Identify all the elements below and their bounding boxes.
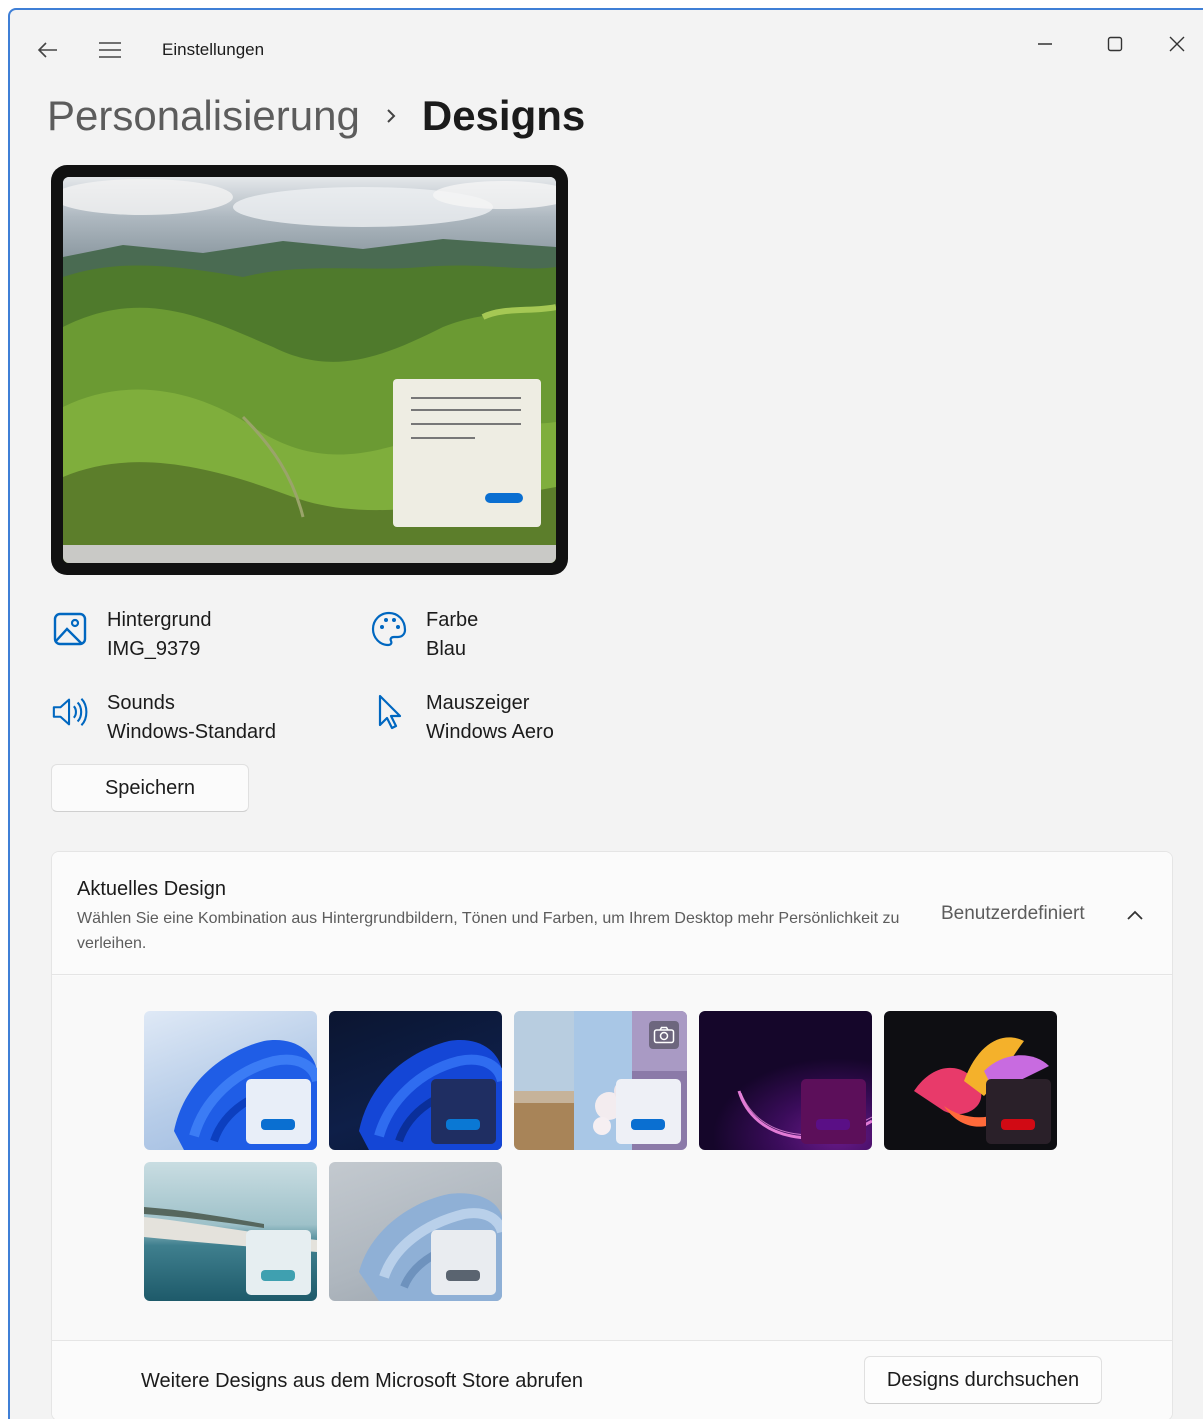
info-cursor[interactable]: Mauszeiger Windows Aero	[370, 689, 554, 747]
theme-accent-bar	[446, 1119, 480, 1130]
theme-tile-windows-spotlight[interactable]	[514, 1011, 687, 1150]
info-sounds-label: Sounds	[107, 692, 175, 714]
info-background-value: IMG_9379	[107, 638, 201, 660]
store-text: Weitere Designs aus dem Microsoft Store …	[141, 1370, 584, 1392]
preview-taskbar	[63, 545, 556, 563]
preview-line	[411, 423, 521, 425]
info-background-label: Hintergrund	[107, 609, 212, 631]
hamburger-icon	[99, 42, 121, 58]
current-design-header[interactable]: Aktuelles Design Wählen Sie eine Kombina…	[52, 852, 1172, 975]
preview-wallpaper	[63, 177, 556, 563]
info-cursor-value: Windows Aero	[426, 721, 554, 743]
chevron-right-icon	[384, 107, 398, 125]
browse-designs-button[interactable]: Designs durchsuchen	[864, 1356, 1102, 1404]
minimize-button[interactable]	[1020, 24, 1070, 64]
palette-icon	[370, 610, 408, 648]
back-arrow-icon	[37, 42, 57, 58]
theme-tile-glow[interactable]	[699, 1011, 872, 1150]
maximize-icon	[1107, 36, 1123, 52]
current-design-card: Aktuelles Design Wählen Sie eine Kombina…	[51, 851, 1173, 1419]
theme-mini-window	[986, 1079, 1051, 1144]
save-button[interactable]: Speichern	[51, 764, 249, 812]
theme-mini-window	[431, 1230, 496, 1295]
store-row: Weitere Designs aus dem Microsoft Store …	[52, 1340, 1172, 1419]
camera-icon	[649, 1021, 679, 1049]
preview-line	[411, 437, 475, 439]
chevron-up-icon[interactable]	[1122, 902, 1148, 928]
theme-accent-bar	[261, 1270, 295, 1281]
theme-tile-sunrise[interactable]	[329, 1162, 502, 1301]
theme-mini-window	[246, 1230, 311, 1295]
cursor-icon	[370, 693, 408, 731]
theme-mini-window	[616, 1079, 681, 1144]
info-color-value: Blau	[426, 638, 467, 660]
theme-tile-captured-motion[interactable]	[884, 1011, 1057, 1150]
info-sounds[interactable]: Sounds Windows-Standard	[51, 689, 276, 747]
preview-line	[411, 397, 521, 399]
theme-mini-window	[246, 1079, 311, 1144]
minimize-icon	[1038, 43, 1052, 45]
theme-accent-bar	[446, 1270, 480, 1281]
theme-mini-window	[431, 1079, 496, 1144]
theme-tile-windows-light[interactable]	[144, 1011, 317, 1150]
menu-button[interactable]	[96, 36, 124, 64]
info-background[interactable]: Hintergrund IMG_9379	[51, 606, 212, 664]
theme-accent-bar	[1001, 1119, 1035, 1130]
app-title: Einstellungen	[162, 40, 265, 59]
theme-accent-bar	[816, 1119, 850, 1130]
page-title: Designs	[421, 92, 586, 139]
settings-window: Einstellungen Personalisierung Designs H…	[8, 8, 1203, 1419]
speaker-icon	[51, 693, 89, 731]
theme-accent-bar	[261, 1119, 295, 1130]
current-design-description: Wählen Sie eine Kombination aus Hintergr…	[77, 910, 900, 952]
back-button[interactable]	[34, 36, 62, 64]
current-design-status: Benutzerdefiniert	[941, 903, 1085, 924]
image-icon	[51, 610, 89, 648]
title-bar: Einstellungen	[10, 10, 1203, 84]
preview-line	[411, 409, 521, 411]
preview-window-mock	[393, 379, 541, 527]
theme-preview	[51, 165, 568, 575]
current-design-title: Aktuelles Design	[77, 878, 226, 900]
info-cursor-label: Mauszeiger	[426, 692, 530, 714]
theme-accent-bar	[631, 1119, 665, 1130]
breadcrumb-parent[interactable]: Personalisierung	[47, 92, 360, 140]
theme-tile-windows-dark[interactable]	[329, 1011, 502, 1150]
theme-mini-window	[801, 1079, 866, 1144]
info-color-label: Farbe	[426, 609, 479, 631]
theme-tile-flow[interactable]	[144, 1162, 317, 1301]
theme-grid	[52, 976, 1172, 1340]
preview-accent-button	[485, 493, 523, 503]
close-button[interactable]	[1152, 24, 1202, 64]
info-sounds-value: Windows-Standard	[107, 721, 276, 743]
breadcrumb: Personalisierung Designs	[47, 90, 585, 142]
info-color[interactable]: Farbe Blau	[370, 606, 478, 664]
maximize-button[interactable]	[1090, 24, 1140, 64]
close-icon	[1169, 36, 1185, 52]
